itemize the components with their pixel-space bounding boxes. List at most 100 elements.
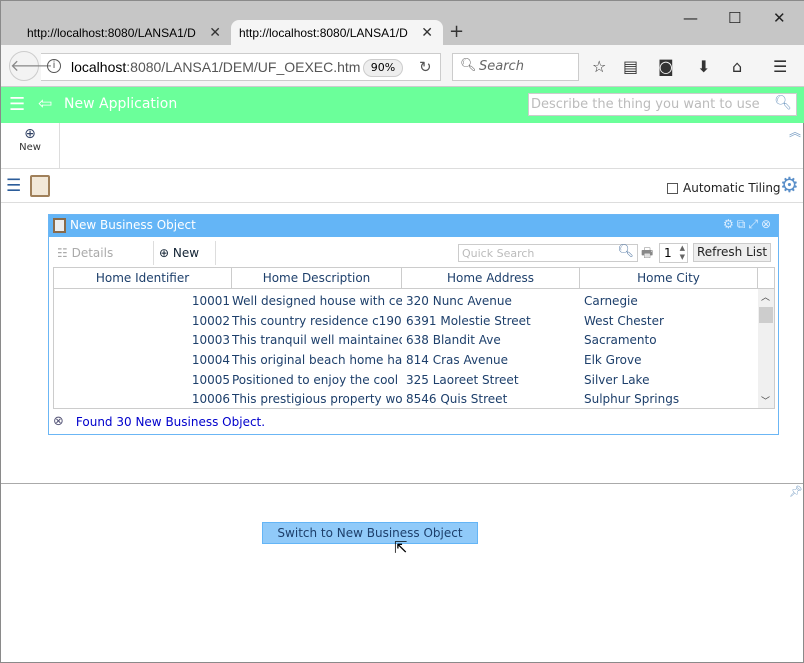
command-bar (1, 123, 803, 169)
close-tab-icon[interactable]: ✕ (209, 24, 221, 41)
table-row[interactable]: 10006 This prestigious property wou 8546 Q… (54, 389, 774, 409)
divider (153, 241, 154, 265)
panel-title: New Business Object (70, 218, 196, 232)
maximize-icon[interactable]: ⤢ (748, 217, 761, 231)
page-value: 1 (664, 246, 672, 260)
hamburger-menu-icon[interactable]: ☰ (9, 94, 25, 115)
document-icon[interactable] (30, 175, 50, 197)
table-cell: Carnegie (584, 294, 638, 308)
clear-status-icon[interactable]: ⊗ (53, 414, 64, 429)
table-cell: This original beach home has (232, 353, 402, 368)
list-menu-icon[interactable]: ☰ (6, 176, 21, 196)
table-cell: Sacramento (584, 333, 657, 348)
scroll-up-icon[interactable]: ︿ (761, 290, 770, 303)
close-window-button[interactable]: ✕ (773, 9, 786, 27)
app-title: New Application (64, 96, 178, 112)
table-row[interactable]: 10003 This tranquil well maintained 638 Bl… (54, 330, 774, 350)
stepper-arrows-icon[interactable]: ▲ ▼ (680, 244, 685, 262)
data-grid: Home Identifier Home Description Home Ad… (53, 267, 775, 409)
search-icon[interactable]: 🔍︎ (617, 244, 634, 259)
new-tab-button[interactable]: + (449, 21, 464, 42)
tab-label: http://localhost:8080/LANSA1/D (239, 26, 408, 40)
search-icon: 🔍︎ (460, 58, 477, 73)
collapse-icon[interactable]: ︽ (789, 123, 801, 140)
mouse-cursor-icon: ⇱ (394, 538, 408, 557)
close-icon[interactable]: ⊗ (761, 217, 774, 231)
gear-icon[interactable]: ⚙ (780, 173, 799, 197)
status-bar: ⊗ Found 30 New Business Object. (53, 414, 265, 429)
table-cell: 6391 Molestie Street (406, 313, 531, 328)
panel-toolbar: ☷ Details ⊕ New Quick Search 🔍︎ 🖶 1 ▲ ▼ Ref… (49, 239, 778, 267)
minimize-button[interactable]: — (683, 9, 698, 27)
print-icon[interactable]: 🖶 (641, 244, 653, 266)
quick-search-input[interactable]: Quick Search 🔍︎ (458, 244, 638, 262)
pin-icon[interactable]: 📌︎ (789, 485, 803, 498)
reload-button[interactable]: ↻ (419, 58, 432, 76)
column-header[interactable]: Home Address (402, 268, 580, 288)
browser-search-input[interactable]: 🔍︎ Search (452, 53, 579, 81)
close-tab-icon[interactable]: ✕ (421, 24, 433, 41)
document-icon (53, 218, 66, 233)
info-icon[interactable]: i (47, 59, 61, 73)
tab-label: http://localhost:8080/LANSA1/D (27, 26, 196, 40)
automatic-tiling-checkbox[interactable]: Automatic Tiling (667, 181, 781, 195)
back-button[interactable]: 🡐 (9, 51, 53, 81)
divider (215, 241, 216, 265)
table-cell: 8546 Quis Street (406, 392, 508, 407)
column-header[interactable]: Home City (580, 268, 758, 288)
scroll-thumb[interactable] (759, 307, 773, 323)
table-cell: Elk Grove (584, 353, 642, 368)
bookmark-star-icon[interactable]: ☆ (592, 57, 606, 76)
browser-tab-1[interactable]: http://localhost:8080/LANSA1/D ✕ (1, 20, 231, 46)
details-button[interactable]: ☷ Details (57, 246, 113, 260)
plus-circle-icon: ⊕ (24, 126, 36, 142)
refresh-list-button[interactable]: Refresh List (693, 243, 771, 262)
app-search-input[interactable]: Describe the thing you want to use 🔍︎ (528, 93, 797, 116)
tile-icon[interactable]: ⧉ (737, 217, 749, 231)
grid-header: Home Identifier Home Description Home Ad… (54, 268, 774, 289)
table-cell: West Chester (584, 313, 664, 328)
browser-tab-2-active[interactable]: http://localhost:8080/LANSA1/D ✕ (231, 20, 443, 46)
reading-list-icon[interactable]: ▤ (623, 57, 638, 76)
new-command-button[interactable]: ⊕ New (1, 123, 60, 168)
new-label: New (172, 246, 200, 260)
switch-to-business-object-button[interactable]: Switch to New Business Object (262, 522, 478, 544)
table-row[interactable]: 10004 This original beach home has 814 Cra… (54, 350, 774, 370)
table-cell: 638 Blandit Ave (406, 333, 501, 348)
settings-icon[interactable]: ⚙ (723, 217, 737, 231)
column-header[interactable]: Home Description (232, 268, 402, 288)
browser-menu-icon[interactable]: ☰ (773, 57, 787, 76)
table-cell: 10002 (191, 313, 230, 328)
table-cell: 10005 (191, 372, 230, 387)
pane-divider[interactable] (1, 483, 803, 484)
table-cell: Positioned to enjoy the cool s (232, 372, 402, 387)
search-icon[interactable]: 🔍︎ (774, 95, 792, 111)
automatic-tiling-label: Automatic Tiling (683, 181, 781, 195)
column-header[interactable]: Home Identifier (54, 268, 232, 288)
table-cell: Well designed house with cen (232, 294, 402, 308)
search-placeholder: Describe the thing you want to use (531, 97, 760, 112)
table-cell: This prestigious property wou (232, 392, 402, 407)
home-icon[interactable]: ⌂ (732, 57, 742, 76)
quick-search-placeholder: Quick Search (462, 247, 535, 260)
table-cell: 10004 (191, 353, 230, 368)
table-row[interactable]: 10005 Positioned to enjoy the cool s 325 L… (54, 370, 774, 390)
table-cell: This country residence c1905 (232, 313, 402, 328)
pocket-icon[interactable]: ◙ (658, 57, 674, 76)
scroll-down-icon[interactable]: ﹀ (761, 394, 770, 407)
back-arrow-icon[interactable]: ⇦ (38, 94, 52, 114)
table-cell: 814 Cras Avenue (406, 353, 509, 368)
download-icon[interactable]: ⬇ (697, 57, 710, 76)
maximize-button[interactable]: ☐ (728, 9, 741, 27)
url-host: localhost (71, 59, 127, 75)
page-stepper[interactable]: 1 ▲ ▼ (659, 243, 688, 263)
new-label: New (19, 142, 41, 153)
zoom-level[interactable]: 90% (363, 59, 403, 77)
new-button[interactable]: ⊕ New (159, 246, 199, 260)
table-row[interactable]: 10002 This country residence c1905 6391 Mo… (54, 311, 774, 331)
url-path: :8080/LANSA1/DEM/UF_OEXEC.htm (126, 59, 361, 75)
table-cell: 325 Laoreet Street (406, 372, 519, 387)
checkbox[interactable] (667, 182, 678, 194)
table-row[interactable]: 10001 Well designed house with cen 320 Nun… (54, 291, 774, 311)
vertical-scrollbar[interactable]: ︿ ﹀ (758, 289, 774, 408)
